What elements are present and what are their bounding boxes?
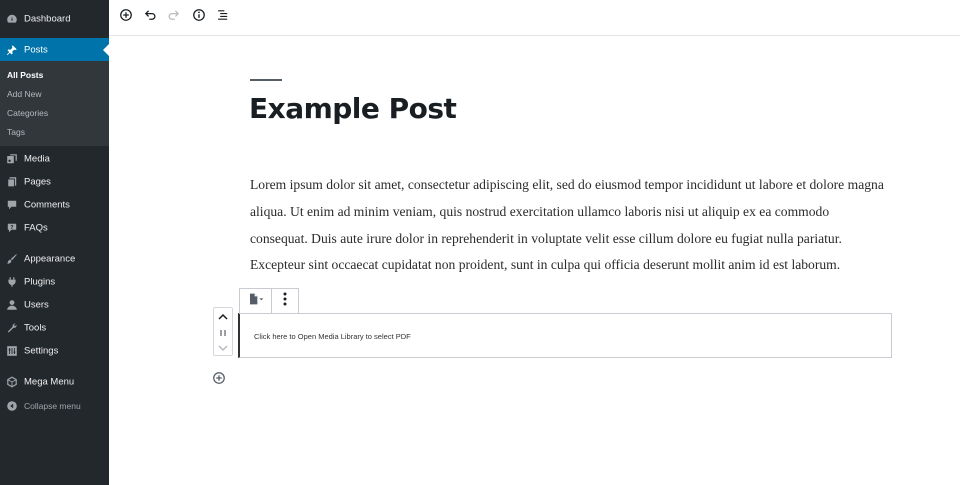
- menu-comments-label: Comments: [24, 199, 70, 210]
- menu-tools[interactable]: Tools: [0, 316, 109, 339]
- post-title[interactable]: Example Post: [249, 92, 457, 125]
- undo-button[interactable]: [142, 9, 158, 25]
- title-separator: [250, 79, 282, 81]
- chevron-down-icon: [218, 339, 228, 357]
- pages-icon: [6, 176, 18, 188]
- menu-posts-label: Posts: [24, 44, 48, 55]
- redo-button[interactable]: [166, 9, 182, 25]
- menu-settings[interactable]: Settings: [0, 339, 109, 362]
- collapse-menu-button[interactable]: Collapse menu: [0, 394, 109, 417]
- submenu-all-posts[interactable]: All Posts: [7, 70, 43, 80]
- block-type-switcher[interactable]: [240, 289, 272, 313]
- block-navigation-button[interactable]: [215, 9, 231, 25]
- add-block-icon: [119, 8, 133, 27]
- menu-faqs-label: FAQs: [24, 222, 48, 233]
- menu-appearance[interactable]: Appearance: [0, 247, 109, 270]
- admin-sidebar: Dashboard Posts All Posts Add New Catego…: [0, 0, 109, 485]
- block-mover: [213, 307, 233, 356]
- menu-users-label: Users: [24, 299, 49, 310]
- help-icon: ?: [6, 222, 18, 234]
- undo-icon: [143, 8, 157, 27]
- move-up-button[interactable]: [214, 309, 232, 324]
- more-vertical-icon: [283, 292, 287, 311]
- collapse-icon: [6, 400, 18, 412]
- redo-icon: [167, 8, 181, 27]
- menu-plugins-label: Plugins: [24, 276, 56, 287]
- settings-icon: [6, 345, 18, 357]
- inline-add-block-button[interactable]: [212, 371, 226, 385]
- menu-mega-menu-label: Mega Menu: [24, 376, 75, 387]
- outline-icon: [216, 8, 230, 27]
- menu-dashboard-label: Dashboard: [24, 13, 71, 24]
- editor-toolbar: [109, 0, 960, 36]
- menu-media[interactable]: Media: [0, 147, 109, 170]
- menu-tools-label: Tools: [24, 322, 47, 333]
- pin-icon: [6, 44, 18, 56]
- info-icon: [192, 8, 206, 27]
- comments-icon: [6, 199, 18, 211]
- menu-users[interactable]: Users: [0, 293, 109, 316]
- mega-menu-icon: [6, 376, 18, 388]
- submenu-add-new[interactable]: Add New: [7, 89, 42, 99]
- wrench-icon: [6, 322, 18, 334]
- menu-media-label: Media: [24, 153, 50, 164]
- menu-plugins[interactable]: Plugins: [0, 270, 109, 293]
- users-icon: [6, 299, 18, 311]
- move-down-button[interactable]: [214, 340, 232, 355]
- select-pdf-prompt[interactable]: Click here to Open Media Library to sele…: [254, 332, 411, 341]
- block-toolbar: [239, 288, 299, 314]
- brush-icon: [6, 253, 18, 265]
- menu-posts[interactable]: Posts: [0, 38, 109, 61]
- posts-submenu: All Posts Add New Categories Tags: [0, 61, 109, 146]
- menu-comments[interactable]: Comments: [0, 193, 109, 216]
- menu-faqs[interactable]: ? FAQs: [0, 216, 109, 239]
- pdf-embed-block[interactable]: Click here to Open Media Library to sele…: [238, 313, 892, 358]
- menu-mega-menu[interactable]: Mega Menu: [0, 370, 109, 393]
- menu-appearance-label: Appearance: [24, 253, 76, 264]
- media-icon: [6, 153, 18, 165]
- add-block-button[interactable]: [118, 8, 134, 27]
- menu-pages[interactable]: Pages: [0, 170, 109, 193]
- add-block-icon: [212, 372, 226, 389]
- menu-pages-label: Pages: [24, 176, 51, 187]
- menu-dashboard[interactable]: Dashboard: [0, 7, 109, 30]
- content-info-button[interactable]: [191, 8, 207, 27]
- more-options-button[interactable]: [272, 289, 298, 313]
- dashboard-icon: [6, 13, 18, 25]
- collapse-menu-label: Collapse menu: [24, 400, 81, 411]
- submenu-categories[interactable]: Categories: [7, 108, 48, 118]
- menu-settings-label: Settings: [24, 345, 59, 356]
- submenu-tags[interactable]: Tags: [7, 127, 25, 137]
- document-icon: [248, 292, 264, 310]
- svg-text:?: ?: [10, 224, 13, 230]
- plugin-icon: [6, 276, 18, 288]
- paragraph-block[interactable]: Lorem ipsum dolor sit amet, consectetur …: [250, 172, 890, 279]
